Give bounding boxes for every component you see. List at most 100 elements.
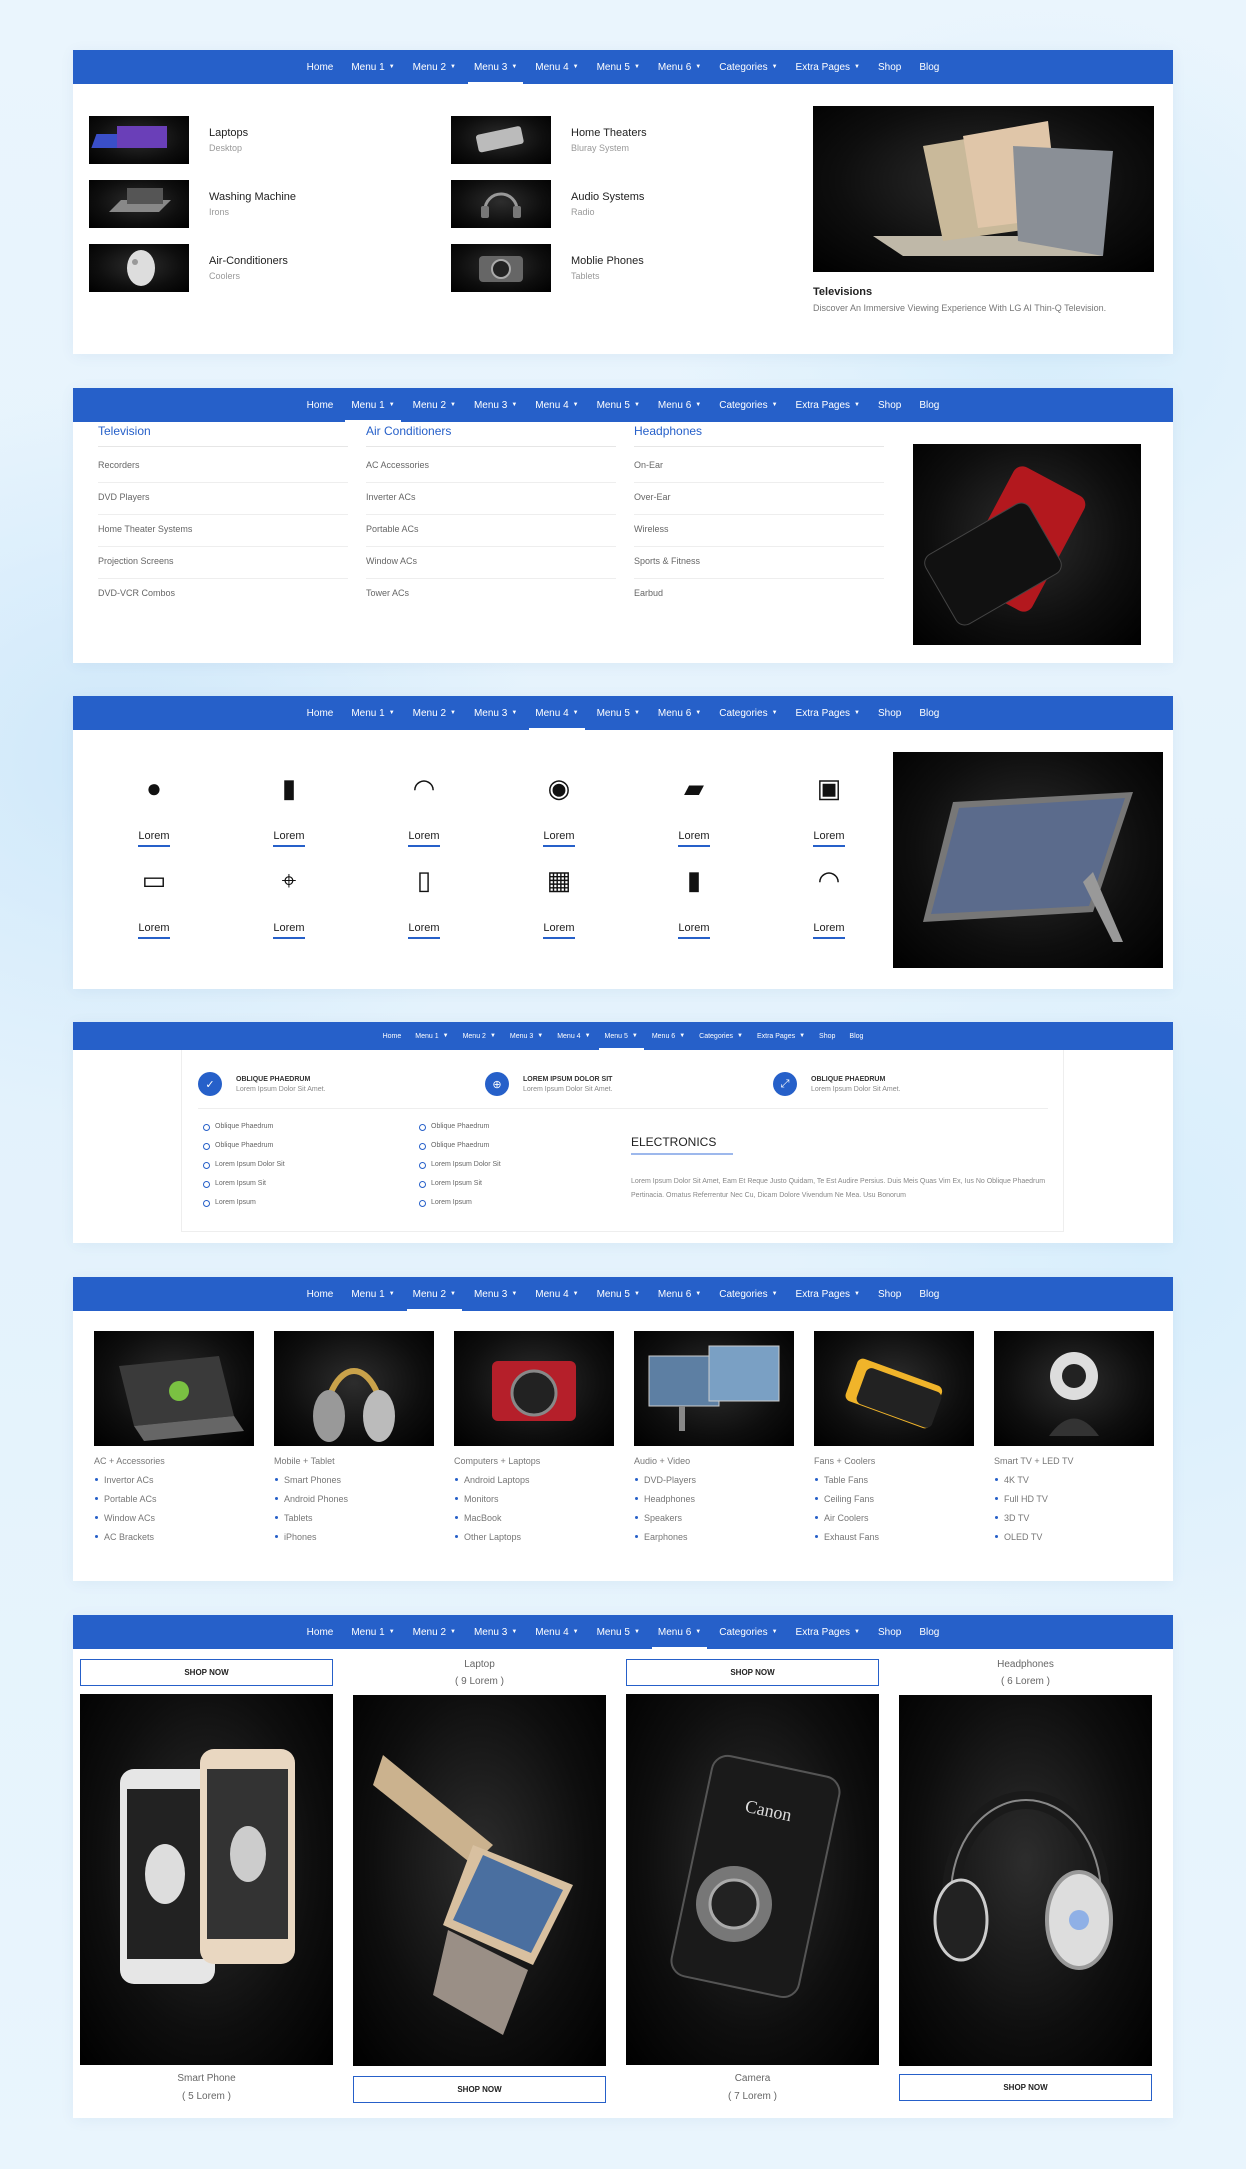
list-link[interactable]: Oblique Phaedrum [419, 1123, 501, 1142]
column-link[interactable]: DVD-VCR Combos [98, 579, 348, 611]
nav-item-extra-pages[interactable]: Extra Pages ▼ [796, 1277, 860, 1311]
nav-item-menu-3[interactable]: Menu 3 ▼ [474, 1277, 517, 1311]
column-link[interactable]: On-Ear [634, 451, 884, 483]
category-image[interactable] [274, 1331, 434, 1446]
nav-item-home[interactable]: Home [307, 1615, 334, 1649]
category-link[interactable]: Earphones [634, 1532, 794, 1542]
nav-item-extra-pages[interactable]: Extra Pages ▼ [796, 1615, 860, 1649]
menu-item-laptops[interactable]: Laptops Desktop [89, 116, 248, 164]
nav-item-menu-2[interactable]: Menu 2 ▼ [413, 50, 456, 84]
nav-item-categories[interactable]: Categories ▼ [699, 1022, 743, 1050]
product-icon-tile[interactable]: ▦ Lorem [529, 864, 589, 939]
nav-item-home[interactable]: Home [307, 388, 334, 422]
nav-item-menu-5[interactable]: Menu 5 ▼ [597, 1615, 640, 1649]
nav-item-extra-pages[interactable]: Extra Pages ▼ [757, 1022, 805, 1050]
nav-item-menu-3[interactable]: Menu 3 ▼ [467, 50, 524, 84]
category-link[interactable]: Invertor ACs [94, 1475, 254, 1485]
category-link[interactable]: DVD-Players [634, 1475, 794, 1485]
nav-item-menu-2[interactable]: Menu 2 ▼ [413, 388, 456, 422]
nav-item-home[interactable]: Home [307, 50, 334, 84]
category-link[interactable]: Full HD TV [994, 1494, 1154, 1504]
nav-item-categories[interactable]: Categories ▼ [719, 1615, 777, 1649]
menu-item-air-conditioners[interactable]: Air-Conditioners Coolers [89, 244, 288, 292]
shop-now-button[interactable]: SHOP NOW [899, 2074, 1152, 2101]
category-image[interactable] [634, 1331, 794, 1446]
menu-item-washing-machine[interactable]: Washing Machine Irons [89, 180, 296, 228]
headphones-image[interactable] [899, 1695, 1152, 2066]
nav-item-menu-4[interactable]: Menu 4 ▼ [535, 1277, 578, 1311]
category-link[interactable]: Portable ACs [94, 1494, 254, 1504]
category-link[interactable]: Monitors [454, 1494, 614, 1504]
category-link[interactable]: 3D TV [994, 1513, 1154, 1523]
nav-item-blog[interactable]: Blog [919, 50, 939, 84]
nav-item-blog[interactable]: Blog [919, 1277, 939, 1311]
category-image[interactable] [454, 1331, 614, 1446]
menu-item-audio-systems[interactable]: Audio Systems Radio [451, 180, 644, 228]
nav-item-menu-3[interactable]: Menu 3 ▼ [474, 1615, 517, 1649]
nav-item-menu-1[interactable]: Menu 1 ▼ [351, 50, 394, 84]
nav-item-menu-3[interactable]: Menu 3 ▼ [510, 1022, 543, 1050]
category-link[interactable]: Android Phones [274, 1494, 434, 1504]
product-icon-tile[interactable]: ⌖ Lorem [259, 864, 319, 939]
smartphone-feature-image[interactable] [913, 444, 1141, 645]
nav-item-menu-1[interactable]: Menu 1 ▼ [415, 1022, 448, 1050]
nav-item-menu-6[interactable]: Menu 6 ▼ [658, 50, 701, 84]
menu-item-mobile-phones[interactable]: Moblie Phones Tablets [451, 244, 644, 292]
category-link[interactable]: iPhones [274, 1532, 434, 1542]
category-heading[interactable]: Smart TV + LED TV [994, 1456, 1154, 1466]
nav-item-menu-5[interactable]: Menu 5 ▼ [597, 1277, 640, 1311]
list-link[interactable]: Oblique Phaedrum [203, 1142, 285, 1161]
list-link[interactable]: Lorem Ipsum Dolor Sit [419, 1161, 501, 1180]
column-link[interactable]: AC Accessories [366, 451, 616, 483]
category-link[interactable]: Headphones [634, 1494, 794, 1504]
nav-item-menu-4[interactable]: Menu 4 ▼ [535, 50, 578, 84]
product-icon-tile[interactable]: ◠ Lorem [394, 772, 454, 847]
nav-item-menu-2[interactable]: Menu 2 ▼ [413, 696, 456, 730]
column-heading[interactable]: Air Conditioners [366, 424, 616, 447]
nav-item-menu-6[interactable]: Menu 6 ▼ [658, 696, 701, 730]
nav-item-extra-pages[interactable]: Extra Pages ▼ [796, 388, 860, 422]
menu-item-home-theaters[interactable]: Home Theaters Bluray System [451, 116, 647, 164]
category-link[interactable]: OLED TV [994, 1532, 1154, 1542]
nav-item-shop[interactable]: Shop [819, 1022, 835, 1050]
nav-item-menu-1[interactable]: Menu 1 ▼ [351, 1615, 394, 1649]
nav-item-home[interactable]: Home [307, 1277, 334, 1311]
category-link[interactable]: Other Laptops [454, 1532, 614, 1542]
category-link[interactable]: Table Fans [814, 1475, 974, 1485]
nav-item-blog[interactable]: Blog [919, 1615, 939, 1649]
category-link[interactable]: Smart Phones [274, 1475, 434, 1485]
nav-item-menu-2[interactable]: Menu 2 ▼ [463, 1022, 496, 1050]
camera-image[interactable]: Canon [626, 1694, 879, 2065]
nav-item-shop[interactable]: Shop [878, 388, 901, 422]
category-link[interactable]: Tablets [274, 1513, 434, 1523]
nav-item-categories[interactable]: Categories ▼ [719, 1277, 777, 1311]
column-link[interactable]: DVD Players [98, 483, 348, 515]
nav-item-shop[interactable]: Shop [878, 1615, 901, 1649]
nav-item-extra-pages[interactable]: Extra Pages ▼ [796, 696, 860, 730]
list-link[interactable]: Oblique Phaedrum [419, 1142, 501, 1161]
tablet-feature-image[interactable] [893, 752, 1163, 968]
product-icon-tile[interactable]: ▣ Lorem [799, 772, 859, 847]
product-icon-tile[interactable]: ◠ Lorem [799, 864, 859, 939]
nav-item-menu-6[interactable]: Menu 6 ▼ [651, 1615, 708, 1649]
shop-now-button[interactable]: SHOP NOW [626, 1659, 879, 1686]
nav-item-menu-5[interactable]: Menu 5 ▼ [597, 696, 640, 730]
product-icon-tile[interactable]: ▮ Lorem [259, 772, 319, 847]
list-link[interactable]: Lorem Ipsum [203, 1199, 285, 1218]
nav-item-home[interactable]: Home [307, 696, 334, 730]
category-heading[interactable]: Fans + Coolers [814, 1456, 974, 1466]
nav-item-shop[interactable]: Shop [878, 696, 901, 730]
category-link[interactable]: Speakers [634, 1513, 794, 1523]
nav-item-shop[interactable]: Shop [878, 1277, 901, 1311]
column-link[interactable]: Window ACs [366, 547, 616, 579]
category-link[interactable]: 4K TV [994, 1475, 1154, 1485]
nav-item-menu-2[interactable]: Menu 2 ▼ [406, 1277, 463, 1311]
nav-item-menu-1[interactable]: Menu 1 ▼ [345, 388, 402, 422]
nav-item-menu-4[interactable]: Menu 4 ▼ [535, 388, 578, 422]
nav-item-home[interactable]: Home [383, 1022, 402, 1050]
nav-item-blog[interactable]: Blog [919, 696, 939, 730]
nav-item-menu-6[interactable]: Menu 6 ▼ [658, 388, 701, 422]
category-heading[interactable]: Audio + Video [634, 1456, 794, 1466]
category-link[interactable]: Window ACs [94, 1513, 254, 1523]
nav-item-menu-5[interactable]: Menu 5 ▼ [598, 1022, 645, 1050]
